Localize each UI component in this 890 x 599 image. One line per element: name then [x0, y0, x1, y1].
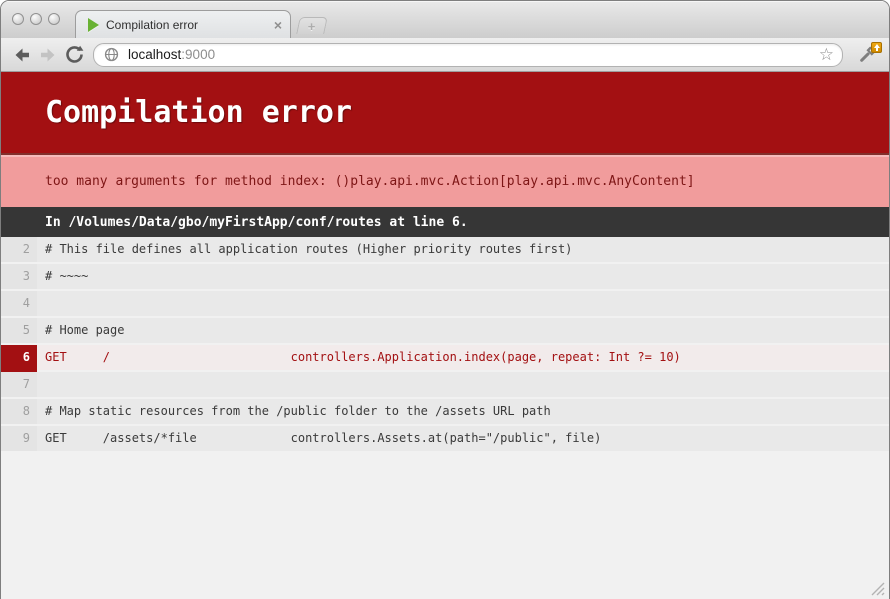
bookmark-star-icon[interactable]: ☆ — [819, 46, 834, 63]
tab-compilation-error[interactable]: Compilation error × — [75, 10, 291, 38]
up-arrow-stem — [876, 47, 878, 51]
line-number: 7 — [1, 372, 37, 399]
line-text — [37, 372, 889, 399]
code-line-row: 4 — [1, 291, 889, 318]
line-text: # This file defines all application rout… — [37, 237, 889, 264]
line-number: 2 — [1, 237, 37, 264]
play-framework-favicon-icon — [88, 18, 99, 32]
reload-button[interactable] — [61, 42, 87, 68]
forward-arrow-icon — [38, 45, 58, 65]
new-tab-button[interactable]: + — [296, 17, 328, 34]
close-window-button[interactable] — [12, 13, 24, 25]
code-line-row: 9GET /assets/*file controllers.Assets.at… — [1, 426, 889, 453]
back-button[interactable] — [9, 42, 35, 68]
address-bar[interactable]: localhost:9000 ☆ — [93, 43, 843, 67]
window-controls — [12, 13, 60, 25]
reload-icon — [64, 44, 85, 65]
line-number: 5 — [1, 318, 37, 345]
tab-close-icon[interactable]: × — [274, 18, 282, 32]
resize-grip-icon[interactable] — [869, 580, 885, 596]
wrench-menu-button[interactable] — [853, 42, 881, 68]
line-text: # Map static resources from the /public … — [37, 399, 889, 426]
line-text: # ~~~~ — [37, 264, 889, 291]
code-line-row: 7 — [1, 372, 889, 399]
code-line-row: 6GET / controllers.Application.index(pag… — [1, 345, 889, 372]
line-text: GET / controllers.Application.index(page… — [37, 345, 889, 372]
tab-title: Compilation error — [106, 18, 274, 32]
page-title: Compilation error — [1, 72, 889, 153]
url-text[interactable]: localhost:9000 — [128, 47, 819, 62]
code-line-row: 2# This file defines all application rou… — [1, 237, 889, 264]
line-number: 8 — [1, 399, 37, 426]
forward-button[interactable] — [35, 42, 61, 68]
code-line-row: 8# Map static resources from the /public… — [1, 399, 889, 426]
back-arrow-icon — [12, 45, 32, 65]
error-page: Compilation error too many arguments for… — [1, 72, 889, 599]
code-line-row: 5# Home page — [1, 318, 889, 345]
update-badge — [871, 42, 882, 53]
tab-strip: Compilation error × + — [1, 1, 889, 38]
globe-icon[interactable] — [103, 46, 120, 63]
line-number: 9 — [1, 426, 37, 453]
plus-icon: + — [308, 19, 316, 34]
code-listing: 2# This file defines all application rou… — [1, 237, 889, 453]
line-text: # Home page — [37, 318, 889, 345]
line-number: 6 — [1, 345, 37, 372]
url-port: :9000 — [181, 47, 215, 62]
line-number: 4 — [1, 291, 37, 318]
error-location: In /Volumes/Data/gbo/myFirstApp/conf/rou… — [1, 207, 889, 237]
url-host: localhost — [128, 47, 181, 62]
navigation-toolbar: localhost:9000 ☆ — [1, 38, 889, 72]
code-line-row: 3# ~~~~ — [1, 264, 889, 291]
error-message: too many arguments for method index: ()p… — [1, 153, 889, 207]
browser-window: Compilation error × + — [0, 0, 890, 599]
line-text — [37, 291, 889, 318]
minimize-window-button[interactable] — [30, 13, 42, 25]
line-text: GET /assets/*file controllers.Assets.at(… — [37, 426, 889, 453]
line-number: 3 — [1, 264, 37, 291]
zoom-window-button[interactable] — [48, 13, 60, 25]
